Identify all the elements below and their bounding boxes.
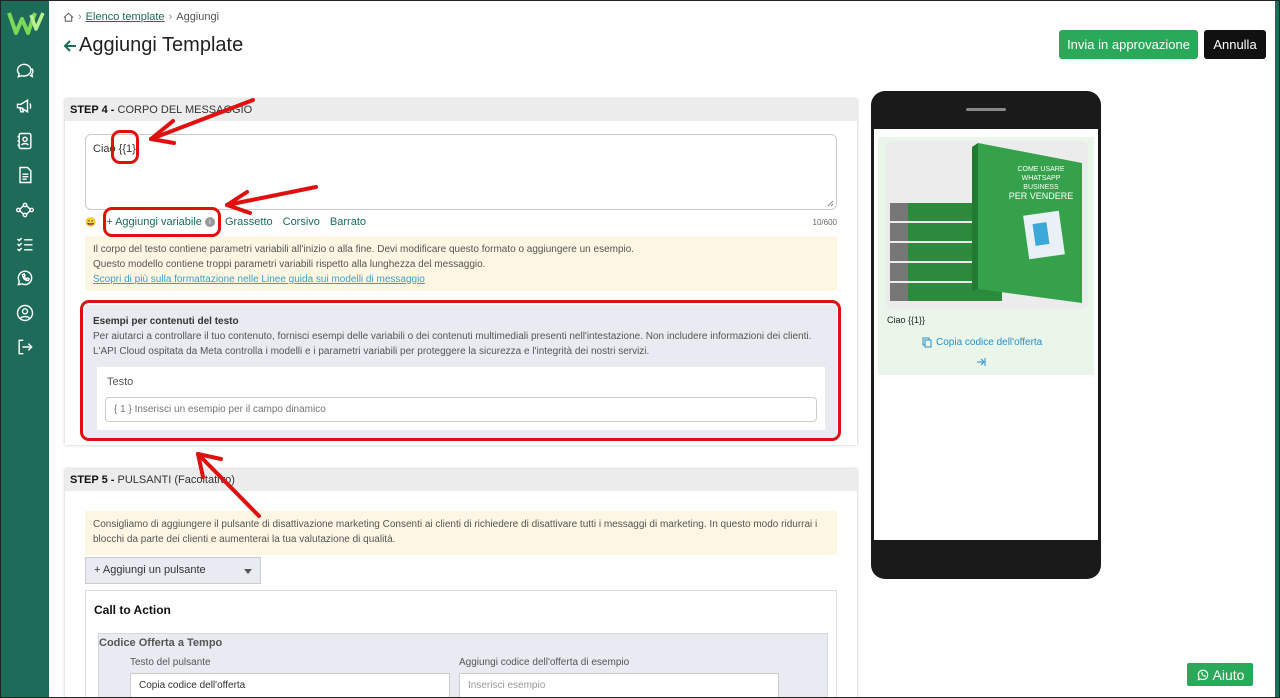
help-button[interactable]: Aiuto (1186, 662, 1254, 687)
step4-number: STEP 4 - (70, 104, 115, 116)
chevron-down-icon (244, 569, 252, 574)
annotation-examples-box (80, 300, 841, 441)
offer-example-input[interactable]: Inserisci esempio (459, 673, 779, 697)
add-button-dropdown[interactable]: + Aggiungi un pulsante (85, 557, 261, 584)
phone-speaker (966, 108, 1006, 111)
submit-approval-button[interactable]: Invia in approvazione (1059, 30, 1198, 59)
contacts-icon[interactable] (13, 129, 37, 153)
book-title-line: COME USARE (1017, 166, 1065, 173)
page-title: Aggiungi Template (63, 34, 243, 57)
book-title-line: PER VENDERE (1008, 191, 1074, 201)
copy-icon (922, 337, 932, 348)
breadcrumb-parent-link[interactable]: Elenco template (86, 11, 165, 23)
bold-button[interactable]: Grassetto (225, 216, 273, 228)
checklist-icon[interactable] (13, 232, 37, 256)
step5-header: STEP 5 - PULSANTI (Facoltativo) (65, 469, 857, 491)
offer-code-title: Codice Offerta a Tempo (99, 637, 223, 649)
scrollbar[interactable] (1275, 1, 1279, 697)
phone-preview: COME USARE WHATSAPP BUSINESS PER VENDERE… (871, 91, 1101, 579)
copy-offer-code-label: Copia codice dell'offerta (936, 337, 1043, 348)
document-icon[interactable] (13, 163, 37, 187)
message-bubble: COME USARE WHATSAPP BUSINESS PER VENDERE… (878, 137, 1094, 375)
step5-card: STEP 5 - PULSANTI (Facoltativo) Consigli… (65, 469, 857, 697)
home-icon[interactable] (63, 12, 74, 23)
flow-icon[interactable] (13, 198, 37, 222)
book-title-line: WHATSAPP BUSINESS (1021, 175, 1061, 191)
logout-icon[interactable] (13, 335, 37, 359)
step4-title: CORPO DEL MESSAGGIO (117, 104, 253, 116)
emoji-icon[interactable]: 😀 (85, 217, 96, 228)
offer-example-label: Aggiungi codice dell'offerta di esempio (459, 657, 630, 668)
app-logo-icon[interactable] (7, 9, 45, 37)
whatsapp-icon (1197, 669, 1208, 680)
sidebar (1, 1, 49, 697)
character-counter: 10/600 (812, 217, 837, 227)
back-arrow-icon[interactable] (63, 39, 77, 53)
warning-line: Il corpo del testo contiene parametri va… (93, 244, 635, 255)
offer-code-panel: Codice Offerta a Tempo Testo del pulsant… (98, 633, 828, 697)
forward-icon[interactable] (975, 356, 987, 368)
breadcrumb-current: Aggiungi (176, 11, 220, 23)
chat-icon[interactable] (13, 59, 37, 83)
whatsapp-icon[interactable] (13, 266, 37, 290)
buttons-warning-box: Consigliamo di aggiungere il pulsante di… (85, 511, 837, 555)
copy-offer-code-button[interactable]: Copia codice dell'offerta (922, 337, 1042, 348)
step5-title: PULSANTI (Facoltativo) (117, 474, 235, 486)
page-title-text: Aggiungi Template (79, 34, 244, 56)
book-cover-image: COME USARE WHATSAPP BUSINESS PER VENDERE (886, 141, 1088, 309)
breadcrumb: › Elenco template › Aggiungi (63, 11, 219, 23)
call-to-action-panel: Call to Action Codice Offerta a Tempo Te… (85, 590, 837, 697)
resize-handle-icon[interactable] (827, 200, 834, 207)
app-window: › Elenco template › Aggiungi Aggiungi Te… (0, 0, 1280, 698)
phone-screen: COME USARE WHATSAPP BUSINESS PER VENDERE… (874, 129, 1098, 540)
button-text-input[interactable]: Copia codice dell'offerta (130, 673, 450, 697)
megaphone-icon[interactable] (13, 94, 37, 118)
step4-header: STEP 4 - CORPO DEL MESSAGGIO (65, 99, 857, 121)
annotation-variable-circle (111, 130, 139, 164)
warning-line: Questo modello contiene troppi parametri… (93, 259, 486, 270)
strikethrough-button[interactable]: Barrato (330, 216, 366, 228)
cta-title: Call to Action (94, 603, 171, 617)
add-button-label: + Aggiungi un pulsante (94, 564, 206, 576)
help-label: Aiuto (1212, 666, 1245, 683)
italic-button[interactable]: Corsivo (283, 216, 320, 228)
book-title: COME USARE WHATSAPP BUSINESS PER VENDERE (1006, 165, 1076, 201)
guidelines-link[interactable]: Scopri di più sulla formattazione nelle … (93, 274, 425, 285)
button-text-label: Testo del pulsante (130, 657, 211, 668)
body-warning-box: Il corpo del testo contiene parametri va… (85, 236, 837, 291)
message-body-textarea[interactable]: Ciao {{1}} (85, 134, 837, 210)
annotation-add-variable-box (103, 207, 221, 237)
user-icon[interactable] (13, 301, 37, 325)
preview-message-text: Ciao {{1}} (887, 315, 926, 325)
cancel-button[interactable]: Annulla (1204, 30, 1266, 59)
step5-number: STEP 5 - (70, 474, 115, 486)
